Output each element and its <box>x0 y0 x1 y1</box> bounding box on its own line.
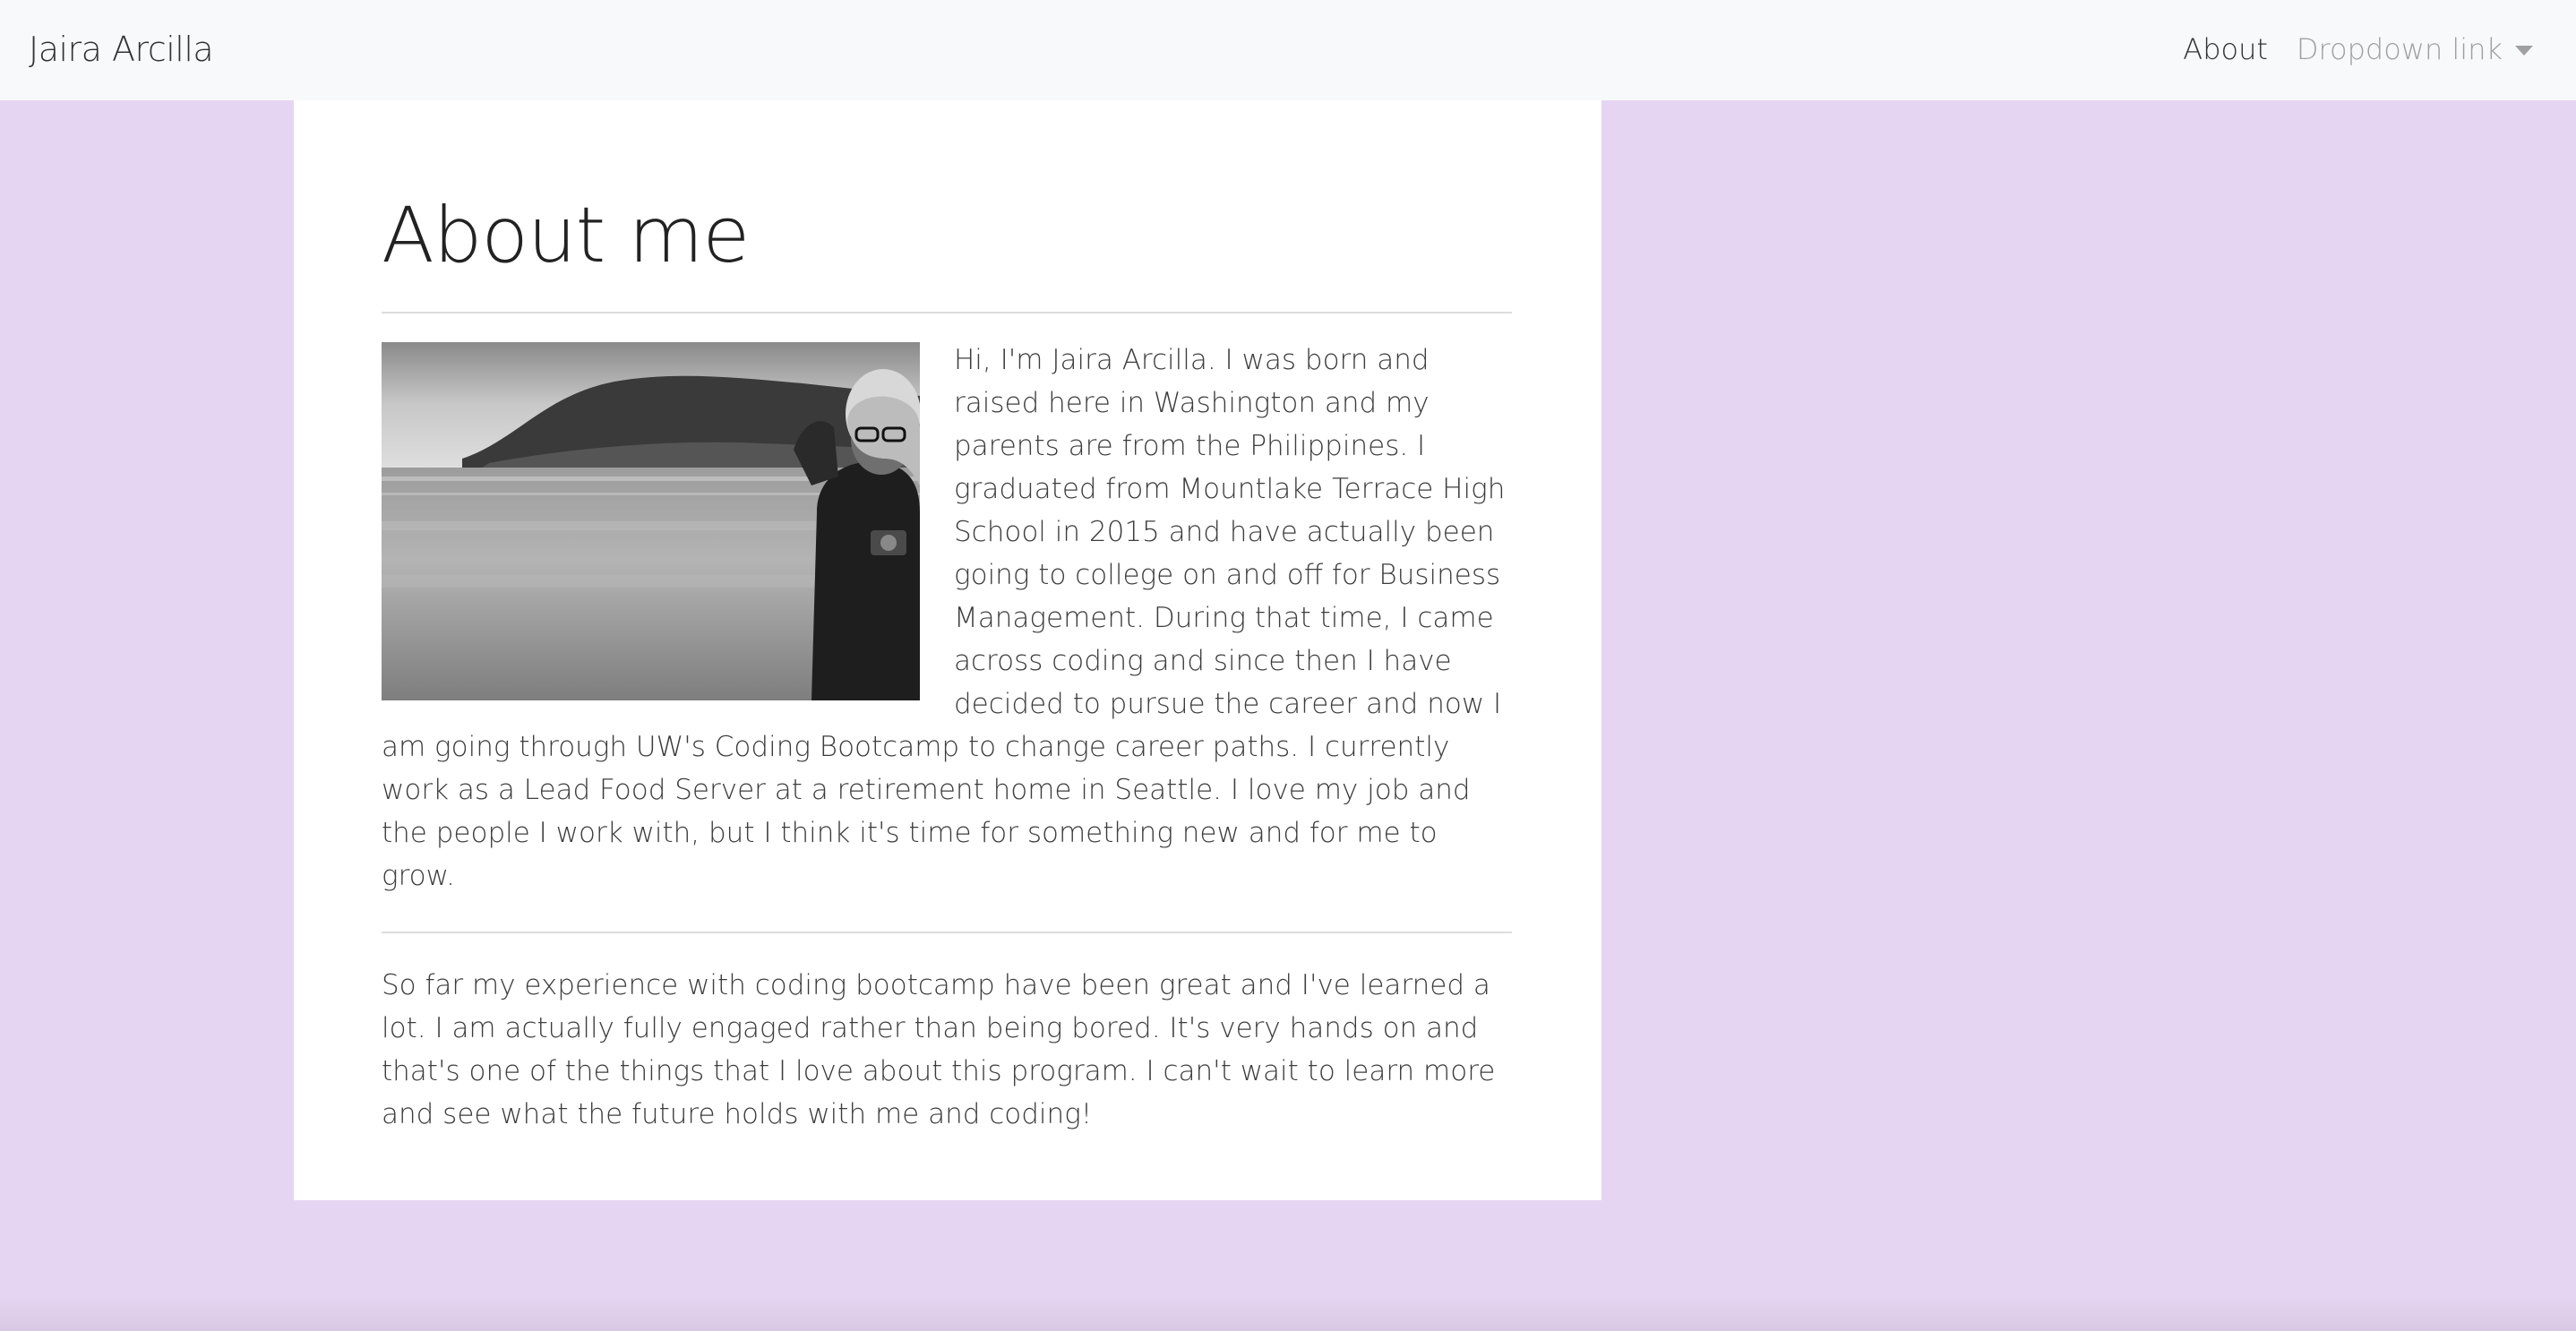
title-divider <box>382 312 1512 313</box>
about-paragraph-2: So far my experience with coding bootcam… <box>382 969 1496 1130</box>
about-card: About me Hi, I'm Jaira Arcilla. I was bo… <box>294 100 1601 1200</box>
brand-link[interactable]: Jaira Arcilla <box>29 25 214 73</box>
nav-dropdown-toggle[interactable]: Dropdown link <box>2297 32 2533 66</box>
navbar: Jaira Arcilla About Dropdown link <box>0 0 2576 100</box>
portrait-photo-image <box>382 342 920 700</box>
caret-down-icon <box>2515 45 2533 56</box>
nav-links: About Dropdown link <box>2154 25 2533 73</box>
nav-dropdown-label: Dropdown link <box>2296 32 2503 66</box>
portrait-photo <box>382 342 920 700</box>
page-title: About me <box>382 191 750 280</box>
section-divider <box>382 932 1512 933</box>
nav-link-about[interactable]: About <box>2183 32 2268 66</box>
about-content: About me Hi, I'm Jaira Arcilla. I was bo… <box>382 186 1512 1136</box>
page-bottom-shadow <box>0 1295 2576 1331</box>
